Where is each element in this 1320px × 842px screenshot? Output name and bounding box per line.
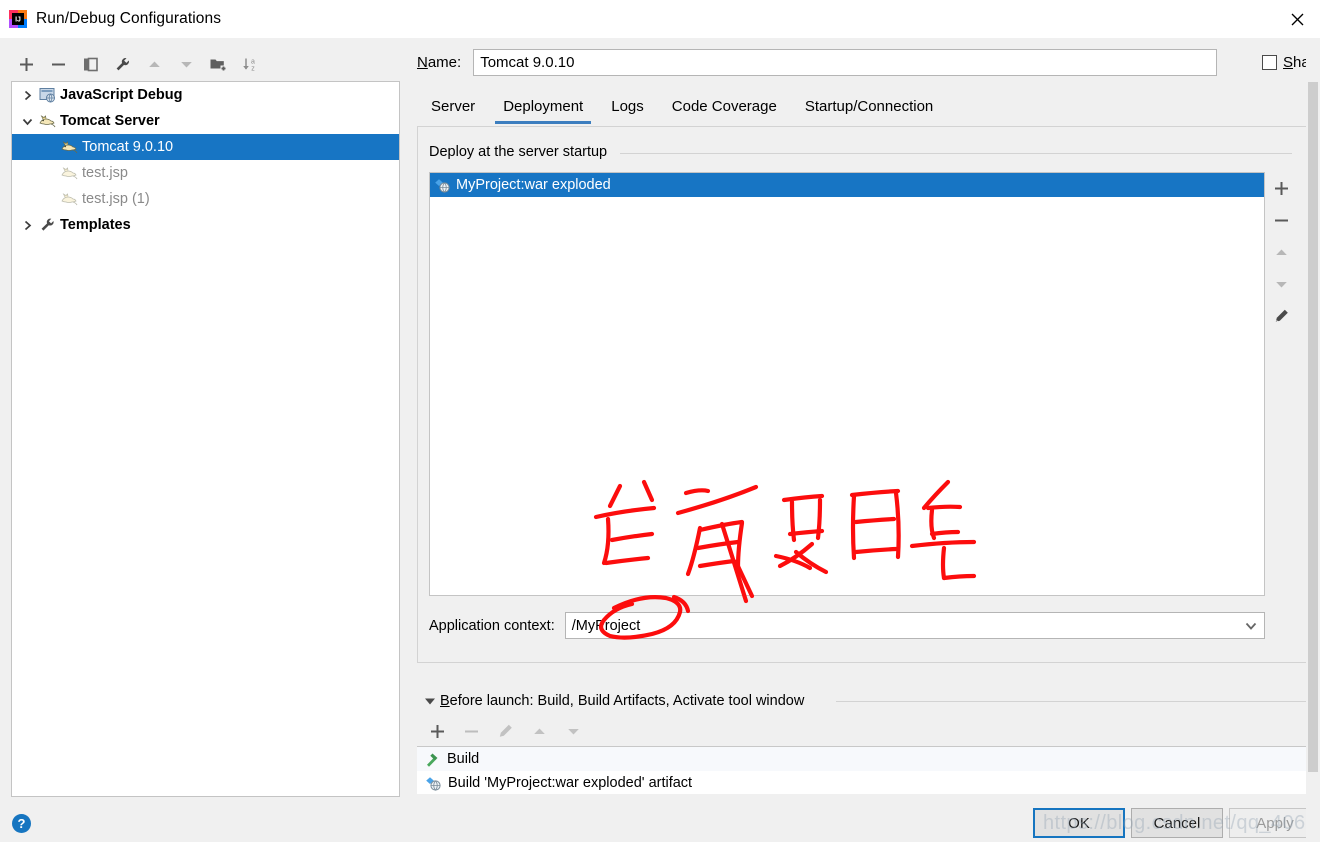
dialog-scrollbar[interactable] xyxy=(1306,38,1320,842)
sort-alpha-icon[interactable]: a z xyxy=(234,48,266,80)
intellij-idea-icon: IJ xyxy=(8,9,28,29)
tree-item-label: Tomcat 9.0.10 xyxy=(82,139,174,155)
run-debug-configurations-dialog: IJ Run/Debug Configurations a z JavaScri… xyxy=(0,0,1320,842)
tab-startup-connection[interactable]: Startup/Connection xyxy=(791,92,947,124)
configurations-tree[interactable]: JavaScript Debug Tomcat Server Tomcat 9.… xyxy=(11,81,400,797)
application-context-row: Application context: /MyProject xyxy=(429,612,1265,639)
move-task-up-button[interactable] xyxy=(522,716,556,746)
svg-text:IJ: IJ xyxy=(15,17,21,24)
javascript-debug-icon xyxy=(36,85,58,105)
tree-item-javascript-debug[interactable]: JavaScript Debug xyxy=(12,82,399,108)
before-launch-toolbar xyxy=(420,716,720,746)
remove-artifact-button[interactable] xyxy=(1266,204,1296,236)
folder-add-icon[interactable] xyxy=(202,48,234,80)
tree-item-label: test.jsp xyxy=(82,165,128,181)
before-launch-tasks-list[interactable]: Build Build 'MyProject:war exploded' art… xyxy=(417,746,1307,794)
application-context-value: /MyProject xyxy=(571,617,641,634)
chevron-down-icon[interactable] xyxy=(18,108,36,134)
tomcat-icon xyxy=(58,163,80,183)
tree-item-label: JavaScript Debug xyxy=(60,87,183,103)
tab-server[interactable]: Server xyxy=(417,92,489,124)
tomcat-icon xyxy=(58,137,80,157)
tab-code-coverage[interactable]: Code Coverage xyxy=(658,92,791,124)
deploy-group-title: Deploy at the server startup xyxy=(429,144,613,160)
edit-task-button[interactable] xyxy=(488,716,522,746)
artifact-label: MyProject:war exploded xyxy=(456,177,611,193)
add-artifact-button[interactable] xyxy=(1266,172,1296,204)
copy-icon[interactable] xyxy=(74,48,106,80)
tree-item-templates[interactable]: Templates xyxy=(12,212,399,238)
deployment-artifacts-list[interactable]: MyProject:war exploded xyxy=(429,172,1265,596)
add-configuration-button[interactable] xyxy=(10,48,42,80)
move-artifact-up-button[interactable] xyxy=(1266,236,1296,268)
ok-button[interactable]: OK xyxy=(1033,808,1125,838)
cancel-button[interactable]: Cancel xyxy=(1131,808,1223,838)
configurations-toolbar: a z xyxy=(10,46,400,82)
chevron-right-icon[interactable] xyxy=(18,212,36,238)
name-row: Name: xyxy=(417,48,1218,76)
list-item[interactable]: Build xyxy=(417,747,1307,771)
application-context-combo[interactable]: /MyProject xyxy=(564,612,1265,639)
chevron-right-icon[interactable] xyxy=(18,82,36,108)
tree-item-test-jsp[interactable]: test.jsp xyxy=(12,160,399,186)
title-bar: IJ Run/Debug Configurations xyxy=(0,0,1320,38)
window-title: Run/Debug Configurations xyxy=(36,10,222,27)
artifact-icon xyxy=(434,178,451,193)
add-task-button[interactable] xyxy=(420,716,454,746)
tree-item-tomcat-9-0-10[interactable]: Tomcat 9.0.10 xyxy=(12,134,399,160)
move-artifact-down-button[interactable] xyxy=(1266,268,1296,300)
wrench-icon[interactable] xyxy=(106,48,138,80)
group-divider xyxy=(620,153,1292,154)
tree-item-test-jsp-1[interactable]: test.jsp (1) xyxy=(12,186,399,212)
help-button[interactable]: ? xyxy=(12,814,31,833)
artifact-icon xyxy=(425,776,442,791)
edit-artifact-button[interactable] xyxy=(1266,300,1296,332)
wrench-icon xyxy=(36,215,58,235)
arrow-up-icon[interactable] xyxy=(138,48,170,80)
build-hammer-icon xyxy=(425,752,441,767)
before-launch-title: Before launch: Build, Build Artifacts, A… xyxy=(440,693,805,709)
tomcat-icon xyxy=(36,111,58,131)
arrow-down-icon[interactable] xyxy=(170,48,202,80)
move-task-down-button[interactable] xyxy=(556,716,590,746)
task-label: Build 'MyProject:war exploded' artifact xyxy=(448,775,693,791)
list-item[interactable]: Build 'MyProject:war exploded' artifact xyxy=(417,771,1307,794)
task-label: Build xyxy=(447,751,480,767)
config-tabs: Server Deployment Logs Code Coverage Sta… xyxy=(417,90,1307,124)
scrollbar-thumb[interactable] xyxy=(1308,82,1318,772)
tab-deployment[interactable]: Deployment xyxy=(489,92,597,124)
tree-item-tomcat-server[interactable]: Tomcat Server xyxy=(12,108,399,134)
chevron-down-icon[interactable] xyxy=(420,697,440,706)
tree-item-label: Templates xyxy=(60,217,131,233)
deployment-list-toolbar xyxy=(1266,172,1296,596)
name-label: Name: xyxy=(417,53,462,71)
svg-text:z: z xyxy=(251,65,255,72)
name-input[interactable] xyxy=(473,48,1218,76)
chevron-down-icon[interactable] xyxy=(1245,613,1257,638)
tomcat-icon xyxy=(58,189,80,209)
tree-item-label: Tomcat Server xyxy=(60,113,160,129)
application-context-label: Application context: xyxy=(429,617,555,634)
remove-configuration-button[interactable] xyxy=(42,48,74,80)
svg-text:a: a xyxy=(251,58,255,65)
tree-item-label: test.jsp (1) xyxy=(82,191,150,207)
before-launch-divider xyxy=(836,701,1306,702)
before-launch-header[interactable]: Before launch: Build, Build Artifacts, A… xyxy=(420,690,804,712)
tab-logs[interactable]: Logs xyxy=(597,92,658,124)
list-item[interactable]: MyProject:war exploded xyxy=(430,173,1264,197)
remove-task-button[interactable] xyxy=(454,716,488,746)
close-icon[interactable] xyxy=(1274,0,1320,38)
share-checkbox-box[interactable] xyxy=(1262,54,1277,70)
